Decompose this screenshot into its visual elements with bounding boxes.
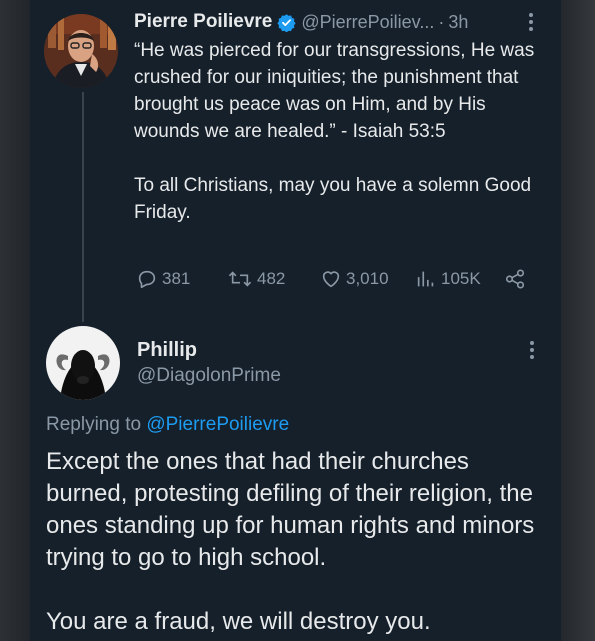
- tweet-author-name[interactable]: Pierre Poilievre: [134, 11, 272, 33]
- tweet-timestamp[interactable]: 3h: [448, 12, 468, 33]
- like-button[interactable]: 3,010: [320, 268, 389, 290]
- tweet-author-handle[interactable]: @PierrePoiliev...: [301, 12, 434, 33]
- views-count: 105K: [441, 269, 481, 288]
- thread-connector-line: [82, 92, 84, 322]
- left-edge: [0, 0, 30, 641]
- verified-badge-icon: [277, 13, 296, 32]
- reply-author-name[interactable]: Phillip: [137, 337, 281, 363]
- separator-dot: ·: [438, 11, 445, 32]
- reply-paragraph: You are a fraud, we will destroy you.: [46, 608, 431, 635]
- like-icon: [322, 271, 340, 288]
- reply-author-handle[interactable]: @DiagolonPrime: [137, 363, 281, 389]
- reply-author-avatar[interactable]: [46, 326, 120, 400]
- replying-to-label: Replying to: [46, 414, 142, 435]
- share-icon: [505, 269, 525, 289]
- replying-to-mention[interactable]: @PierrePoilievre: [146, 414, 289, 435]
- reply-button[interactable]: 381: [136, 268, 190, 290]
- tweet-more-icon[interactable]: [529, 13, 533, 34]
- views-button[interactable]: 105K: [415, 268, 481, 290]
- repost-icon: [228, 271, 252, 287]
- tweet-action-bar: 381 482 3,010 105K: [134, 268, 534, 298]
- share-button[interactable]: [504, 268, 530, 290]
- tweet-author-avatar[interactable]: [44, 14, 118, 88]
- reply-body: Except the ones that had their churches …: [46, 446, 551, 638]
- views-icon: [417, 271, 434, 287]
- reply-icon: [138, 270, 156, 289]
- reply-count: 381: [162, 269, 191, 288]
- tweet-paragraph: “He was pierced for our transgressions, …: [134, 40, 535, 142]
- tweet-header: Pierre Poilievre @PierrePoiliev... · 3h: [134, 9, 468, 35]
- reply-header: Phillip @DiagolonPrime: [137, 337, 281, 389]
- reply-more-icon[interactable]: [530, 341, 534, 362]
- like-count: 3,010: [346, 269, 389, 288]
- tweet-body: “He was pierced for our transgressions, …: [134, 37, 549, 226]
- repost-count: 482: [257, 269, 286, 288]
- reply-paragraph: Except the ones that had their churches …: [46, 448, 535, 571]
- right-edge: [561, 0, 595, 641]
- tweet-paragraph: To all Christians, may you have a solemn…: [134, 175, 532, 223]
- repost-button[interactable]: 482: [227, 268, 285, 290]
- replying-to-line: Replying to @PierrePoilievre: [46, 414, 289, 436]
